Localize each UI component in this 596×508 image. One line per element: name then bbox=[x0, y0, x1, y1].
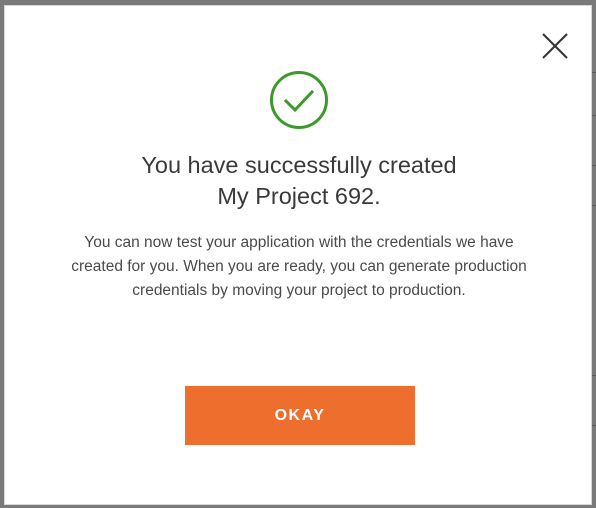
dialog-message: You can now test your application with t… bbox=[71, 234, 527, 299]
close-icon[interactable] bbox=[537, 28, 573, 64]
dialog-title-line1: You have successfully created bbox=[141, 152, 457, 178]
dialog-title-line2: My Project 692. bbox=[217, 183, 381, 209]
dialog-title: You have successfully created My Project… bbox=[5, 150, 593, 212]
backdrop-divider bbox=[592, 375, 596, 376]
close-button[interactable] bbox=[537, 28, 573, 64]
backdrop-divider bbox=[592, 115, 596, 116]
backdrop-divider bbox=[592, 425, 596, 426]
success-dialog: You have successfully created My Project… bbox=[4, 5, 592, 505]
check-circle-icon bbox=[269, 70, 329, 130]
okay-button[interactable]: OKAY bbox=[185, 386, 415, 445]
backdrop-divider bbox=[592, 72, 596, 73]
